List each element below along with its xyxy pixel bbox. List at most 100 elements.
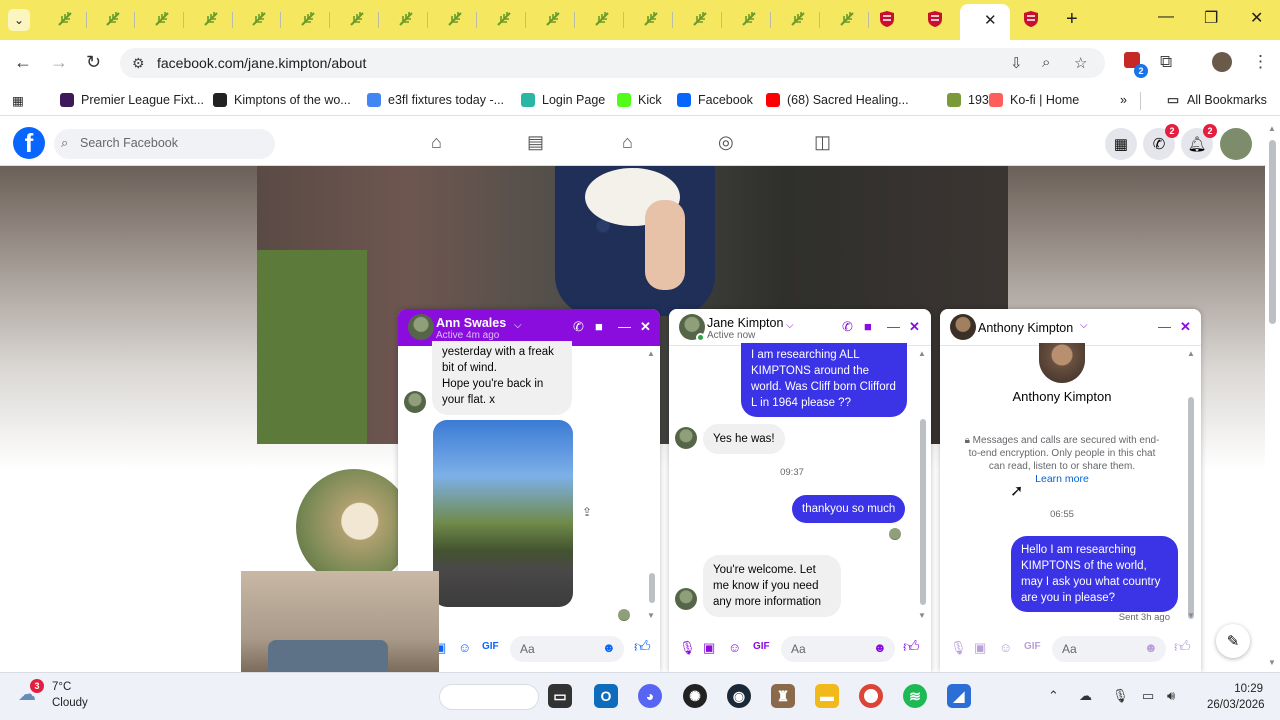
extension-shield-icon[interactable]: 2	[1124, 52, 1148, 78]
chat-scrollbar-thumb[interactable]	[1188, 397, 1194, 619]
microphone-icon[interactable]: 🎙︎	[1112, 688, 1129, 704]
emoji-icon[interactable]: ☻	[602, 640, 616, 655]
chat-contact-name[interactable]: Ann Swales	[436, 316, 506, 330]
minimize-chat-icon[interactable]: —	[618, 319, 631, 334]
tab-leaf-icon[interactable]	[789, 10, 807, 28]
tab-search-dropdown[interactable]: ⌄	[8, 9, 30, 31]
tab-leaf-icon[interactable]	[642, 10, 660, 28]
chat-contact-name[interactable]: Jane Kimpton	[707, 316, 783, 330]
facebook-logo-icon[interactable]: f	[13, 127, 45, 159]
emoji-icon[interactable]: ☻	[1144, 640, 1158, 655]
tab-leaf-icon[interactable]	[593, 10, 611, 28]
bookmark-item[interactable]: Kimptons of the wo...	[213, 92, 351, 108]
tab-leaf-icon[interactable]	[202, 10, 220, 28]
onedrive-icon[interactable]: ☁	[1079, 688, 1092, 704]
spotify-icon[interactable]: ≋	[903, 684, 927, 708]
tab-shield-icon[interactable]	[878, 10, 896, 28]
tab-leaf-icon[interactable]	[250, 10, 268, 28]
game-icon[interactable]: ♜	[771, 684, 795, 708]
chat-scrollbar-thumb[interactable]	[920, 419, 926, 605]
scroll-down-icon[interactable]: ▼	[647, 611, 655, 620]
phone-icon[interactable]: ✆	[573, 319, 584, 335]
chevron-down-icon[interactable]: ⌵	[786, 320, 794, 331]
phone-icon[interactable]: ✆	[842, 319, 853, 335]
share-icon[interactable]: ⇪	[582, 505, 592, 519]
chat-scrollbar-thumb[interactable]	[649, 573, 655, 603]
reload-icon[interactable]: ↻	[86, 52, 101, 73]
sticker-icon[interactable]: ☺	[728, 640, 741, 655]
show-hidden-icons-icon[interactable]: ⌃	[1048, 688, 1059, 704]
emoji-icon[interactable]: ☻	[873, 640, 887, 655]
close-window-icon[interactable]: ✕	[1250, 8, 1263, 28]
bookmark-item[interactable]: e3fl fixtures today -...	[367, 92, 504, 108]
scroll-down-icon[interactable]: ▼	[1187, 611, 1195, 620]
close-chat-icon[interactable]: ✕	[1180, 319, 1191, 335]
bookmark-item[interactable]: Kick	[617, 92, 662, 108]
gaming-icon[interactable]: ◫	[814, 132, 831, 153]
tab-shield-icon[interactable]	[926, 10, 944, 28]
gif-icon[interactable]: GIF	[753, 641, 770, 652]
video-camera-icon[interactable]: ■	[864, 319, 872, 334]
home-icon[interactable]: ⌂	[431, 132, 442, 153]
learn-more-link[interactable]: Learn more	[940, 473, 1184, 485]
zoom-icon[interactable]: ⌕	[1042, 54, 1050, 71]
scroll-up-icon[interactable]: ▲	[918, 349, 926, 358]
back-icon[interactable]: ←	[14, 52, 32, 73]
new-message-icon[interactable]: ✎	[1216, 624, 1250, 658]
bookmark-item[interactable]: Ko-fi | Home	[989, 92, 1079, 108]
remote-desktop-icon[interactable]: ◢	[947, 684, 971, 708]
bookmark-item[interactable]: Premier League Fixt...	[60, 92, 204, 108]
bookmark-item[interactable]: Login Page	[521, 92, 605, 108]
tab-leaf-icon[interactable]	[299, 10, 317, 28]
tab-leaf-icon[interactable]	[740, 10, 758, 28]
install-app-icon[interactable]: ⇩	[1010, 54, 1023, 72]
more-bookmarks-icon[interactable]: »	[1120, 92, 1127, 108]
apps-grid-icon[interactable]: ▦	[12, 92, 24, 108]
bookmark-star-icon[interactable]: ☆	[1074, 54, 1087, 72]
volume-icon[interactable]: 🔊︎	[1167, 688, 1175, 704]
account-avatar[interactable]	[1220, 128, 1252, 160]
steam-icon[interactable]: ◉	[727, 684, 751, 708]
openai-icon[interactable]: ✺	[683, 684, 707, 708]
thumbs-up-icon[interactable]: 👍︎	[903, 638, 920, 657]
bookmark-item[interactable]: (68) Sacred Healing...	[766, 92, 909, 108]
profile-picture[interactable]	[293, 466, 415, 588]
bookmark-item[interactable]: Facebook	[677, 92, 753, 108]
taskbar-search-box[interactable]	[439, 684, 539, 710]
tab-leaf-icon[interactable]	[691, 10, 709, 28]
minimize-chat-icon[interactable]: —	[887, 319, 900, 334]
tab-leaf-icon[interactable]	[104, 10, 122, 28]
tab-leaf-icon[interactable]	[153, 10, 171, 28]
network-icon[interactable]: ▭	[1142, 688, 1154, 704]
tab-leaf-icon[interactable]	[397, 10, 415, 28]
thumbs-up-icon[interactable]: 👍︎	[1174, 638, 1191, 657]
photo-icon[interactable]: ▣	[703, 640, 715, 656]
page-scrollbar-thumb[interactable]	[1269, 140, 1276, 324]
minimize-chat-icon[interactable]: —	[1158, 319, 1171, 334]
tab-leaf-icon[interactable]	[446, 10, 464, 28]
chevron-down-icon[interactable]: ⌵	[1080, 320, 1088, 331]
url-text[interactable]: facebook.com/jane.kimpton/about	[157, 55, 366, 71]
scroll-up-icon[interactable]: ▲	[1268, 124, 1276, 133]
tab-leaf-icon[interactable]	[495, 10, 513, 28]
new-tab-button[interactable]: +	[1066, 8, 1078, 31]
scroll-up-icon[interactable]: ▲	[647, 349, 655, 358]
video-camera-icon[interactable]: ■	[595, 319, 603, 334]
chat-profile-name[interactable]: Anthony Kimpton	[940, 389, 1184, 404]
site-info-icon[interactable]: ⚙	[132, 55, 145, 72]
close-chat-icon[interactable]: ✕	[909, 319, 920, 335]
restore-window-icon[interactable]: ❐	[1204, 8, 1218, 28]
gif-icon[interactable]: GIF	[482, 641, 499, 652]
taskbar-clock[interactable]: 10:29 26/03/2026	[1207, 681, 1265, 713]
weather-temp[interactable]: 7°C	[52, 681, 71, 693]
task-view-icon[interactable]: ▭	[548, 684, 572, 708]
microphone-icon[interactable]: 🎙︎	[679, 640, 696, 656]
groups-icon[interactable]: ◎	[718, 132, 734, 153]
chat-contact-name[interactable]: Anthony Kimpton	[978, 321, 1073, 335]
close-chat-icon[interactable]: ✕	[640, 319, 651, 335]
weather-desc[interactable]: Cloudy	[52, 697, 88, 709]
tab-leaf-icon[interactable]	[838, 10, 856, 28]
tab-leaf-icon[interactable]	[56, 10, 74, 28]
profile-avatar[interactable]	[1212, 52, 1232, 77]
feeds-icon[interactable]: ▤	[527, 132, 544, 153]
